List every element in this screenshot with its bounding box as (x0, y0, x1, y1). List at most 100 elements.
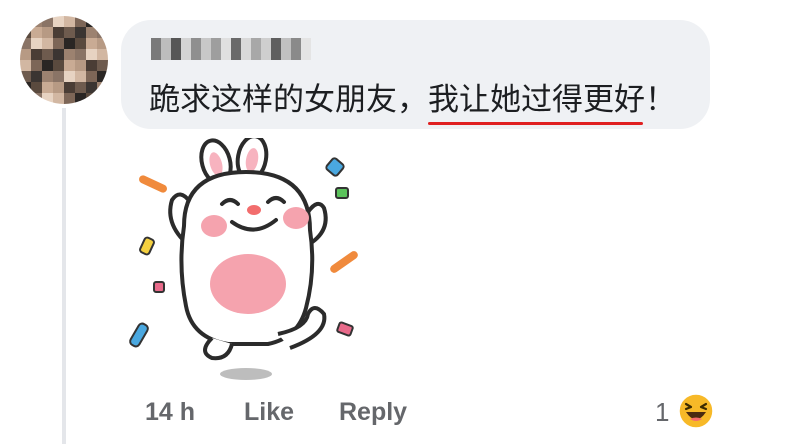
name-blur-pixel (241, 38, 251, 60)
confetti-piece (139, 236, 155, 256)
avatar-pixel (64, 16, 75, 27)
thread-connector-line (62, 108, 66, 444)
name-blur-pixel (271, 38, 281, 60)
comment-text: 跪求这样的女朋友，我让她过得更好！ (149, 82, 676, 125)
name-blur-pixel (151, 38, 161, 60)
avatar-pixel (97, 27, 108, 38)
avatar-pixel (97, 93, 108, 104)
avatar-pixel (86, 16, 97, 27)
avatar-pixel (20, 82, 31, 93)
avatar-pixel (53, 27, 64, 38)
avatar-pixel (53, 38, 64, 49)
like-button[interactable]: Like (244, 398, 294, 427)
avatar-pixel (64, 93, 75, 104)
name-blur-pixel (301, 38, 311, 60)
avatar-pixel (97, 71, 108, 82)
avatar-pixel (97, 38, 108, 49)
cheering-bunny-sticker (129, 138, 358, 380)
reply-button[interactable]: Reply (339, 398, 407, 427)
comment-text-start: 跪求这样的女朋友， (149, 82, 428, 118)
avatar-pixel (86, 93, 97, 104)
bunny-cheek (283, 207, 309, 229)
avatar-pixel (53, 60, 64, 71)
avatar[interactable] (20, 16, 108, 104)
avatar-pixel (75, 60, 86, 71)
avatar-pixel (75, 93, 86, 104)
avatar-pixel (64, 49, 75, 60)
name-blur-pixel (221, 38, 231, 60)
name-blur-pixel (261, 38, 271, 60)
comment-timestamp[interactable]: 14 h (145, 398, 195, 427)
avatar-pixel (31, 38, 42, 49)
avatar-pixel (86, 82, 97, 93)
avatar-pixel (64, 38, 75, 49)
confetti-piece (336, 321, 354, 337)
avatar-pixel (86, 27, 97, 38)
avatar-pixel (31, 82, 42, 93)
avatar-pixel (64, 27, 75, 38)
avatar-pixel (86, 49, 97, 60)
avatar-pixel (31, 16, 42, 27)
avatar-pixel (86, 71, 97, 82)
confetti-piece (139, 175, 167, 193)
avatar-pixel (31, 27, 42, 38)
confetti-piece (330, 251, 358, 273)
avatar-pixel (53, 82, 64, 93)
haha-emoji-icon[interactable] (678, 393, 714, 429)
avatar-pixel (53, 49, 64, 60)
name-blur-pixel (181, 38, 191, 60)
avatar-pixel (64, 60, 75, 71)
comment-text-underlined: 我让她过得更好 (428, 82, 645, 125)
avatar-pixel (20, 71, 31, 82)
name-blur-pixel (191, 38, 201, 60)
avatar-pixel (20, 38, 31, 49)
avatar-pixel (42, 71, 53, 82)
name-blur-pixel (281, 38, 291, 60)
avatar-pixel (97, 60, 108, 71)
name-blur-pixel (231, 38, 241, 60)
name-blur-pixel (201, 38, 211, 60)
confetti-piece (129, 322, 149, 348)
comment-text-end: ！ (645, 82, 676, 118)
avatar-pixel (31, 71, 42, 82)
avatar-pixel (31, 49, 42, 60)
avatar-pixel (42, 38, 53, 49)
avatar-pixel (42, 16, 53, 27)
avatar-pixel (75, 82, 86, 93)
avatar-pixel (53, 71, 64, 82)
avatar-pixel (53, 93, 64, 104)
avatar-pixel (97, 16, 108, 27)
avatar-pixel (53, 16, 64, 27)
avatar-pixel (75, 16, 86, 27)
avatar-pixel (75, 71, 86, 82)
avatar-pixel (42, 93, 53, 104)
avatar-pixel (20, 16, 31, 27)
avatar-pixel (20, 93, 31, 104)
avatar-pixel (42, 27, 53, 38)
avatar-pixel (31, 93, 42, 104)
avatar-pixel (20, 60, 31, 71)
avatar-pixel (20, 49, 31, 60)
avatar-pixel (75, 38, 86, 49)
avatar-pixel (42, 82, 53, 93)
avatar-pixel (75, 49, 86, 60)
avatar-pixel (20, 27, 31, 38)
avatar-pixel (64, 82, 75, 93)
avatar-pixel (75, 27, 86, 38)
avatar-pixel (86, 60, 97, 71)
avatar-pixel (86, 38, 97, 49)
avatar-pixel (42, 60, 53, 71)
bunny-belly (210, 254, 286, 314)
bunny-nose (247, 205, 261, 215)
confetti-piece (325, 157, 345, 177)
name-blur-pixel (291, 38, 301, 60)
commenter-name-blurred[interactable] (151, 38, 311, 60)
name-blur-pixel (251, 38, 261, 60)
confetti-piece (153, 281, 165, 293)
avatar-pixel (31, 60, 42, 71)
comment-bubble: 跪求这样的女朋友，我让她过得更好！ (121, 20, 710, 129)
reaction-count[interactable]: 1 (655, 397, 669, 428)
sticker-shadow (220, 368, 272, 380)
name-blur-pixel (171, 38, 181, 60)
avatar-pixel (64, 71, 75, 82)
